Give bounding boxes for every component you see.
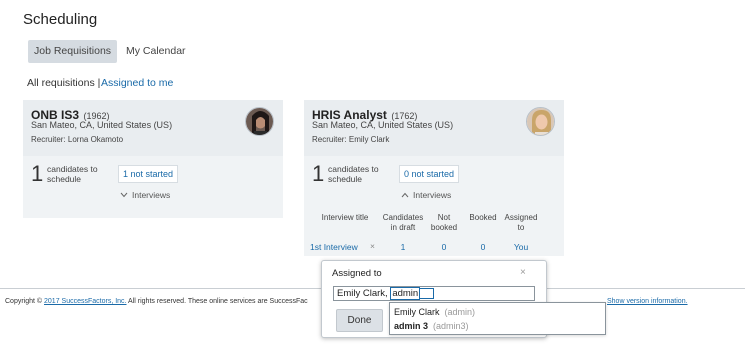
done-button[interactable]: Done: [336, 309, 383, 332]
assigned-to-link[interactable]: You: [502, 242, 540, 252]
requisition-card[interactable]: ONB IS3 (1962) San Mateo, CA, United Sta…: [23, 100, 283, 218]
suggestion-item[interactable]: Emily Clark (admin): [394, 307, 475, 317]
filter-assigned-to-me[interactable]: Assigned to me: [101, 77, 173, 89]
booked-value[interactable]: 0: [464, 242, 502, 252]
col-header-interview-title: Interview title: [321, 213, 369, 222]
candidate-count-label: candidates to schedule: [47, 164, 98, 184]
col-header-assigned-to: Assigned to: [504, 213, 538, 232]
footer-copyright: Copyright © 2017 SuccessFactors, Inc. Al…: [5, 298, 308, 305]
chevron-up-icon: [401, 192, 409, 198]
text-cursor: [420, 288, 435, 299]
suggestion-item[interactable]: admin 3 (admin3): [394, 321, 469, 331]
col-header-not-booked: Not booked: [430, 213, 458, 232]
tab-my-calendar[interactable]: My Calendar: [120, 40, 192, 63]
interviews-toggle[interactable]: Interviews: [401, 190, 451, 200]
assignee-typed-text[interactable]: admin: [390, 287, 421, 300]
assignee-input[interactable]: Emily Clark, admin: [333, 286, 535, 301]
interviews-toggle[interactable]: Interviews: [120, 190, 170, 200]
filter-all-requisitions[interactable]: All requisitions |: [27, 77, 100, 89]
popover-title: Assigned to: [332, 268, 382, 279]
requisition-card[interactable]: HRIS Analyst (1762) San Mateo, CA, Unite…: [304, 100, 564, 256]
chevron-down-icon: [120, 192, 128, 198]
candidate-count: 1: [312, 161, 325, 186]
show-version-link[interactable]: Show version information.: [607, 298, 688, 305]
close-icon[interactable]: ×: [520, 267, 526, 278]
remove-icon[interactable]: ×: [370, 241, 375, 251]
job-location: San Mateo, CA, United States (US): [31, 120, 173, 130]
page-title: Scheduling: [23, 11, 98, 28]
job-location: San Mateo, CA, United States (US): [312, 120, 454, 130]
company-link[interactable]: 2017 SuccessFactors, Inc.: [44, 298, 126, 305]
col-header-booked: Booked: [469, 213, 497, 222]
job-recruiter: Recruiter: Lorna Okamoto: [31, 135, 124, 144]
assignee-selected: Emily Clark,: [337, 288, 391, 299]
col-header-candidates-in-draft: Candidates in draft: [382, 213, 424, 232]
recruiter-avatar: [245, 107, 274, 136]
footer-version: Show version information.: [607, 298, 688, 305]
tab-job-requisitions[interactable]: Job Requisitions: [28, 40, 118, 63]
candidate-count-label: candidates to schedule: [328, 164, 379, 184]
candidate-count: 1: [31, 161, 44, 186]
not-started-badge[interactable]: 0 not started: [399, 165, 460, 183]
not-started-badge[interactable]: 1 not started: [118, 165, 179, 183]
job-recruiter: Recruiter: Emily Clark: [312, 135, 390, 144]
suggestion-dropdown: Emily Clark (admin) admin 3 (admin3): [389, 302, 606, 335]
not-booked-value[interactable]: 0: [428, 242, 460, 252]
interview-title-link[interactable]: 1st Interview: [310, 242, 358, 252]
recruiter-avatar: [526, 107, 555, 136]
candidates-in-draft-value[interactable]: 1: [378, 242, 428, 252]
